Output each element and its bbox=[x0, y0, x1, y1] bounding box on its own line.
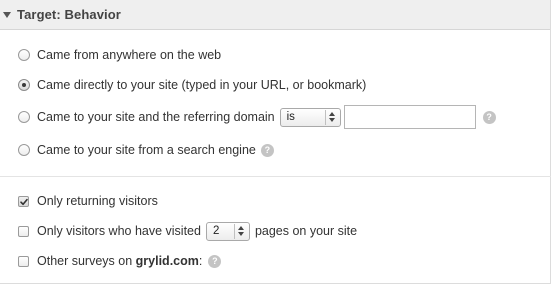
radio-direct[interactable] bbox=[18, 79, 30, 91]
divider bbox=[0, 176, 551, 177]
radio-row-direct[interactable]: Came directly to your site (typed in you… bbox=[18, 75, 366, 95]
checkbox-label-other-surveys: Other surveys on grylid.com: bbox=[37, 254, 203, 268]
disclosure-triangle-icon[interactable] bbox=[3, 12, 11, 18]
checkbox-row-pages[interactable]: Only visitors who have visited 2 pages o… bbox=[18, 220, 357, 242]
help-icon-referring[interactable]: ? bbox=[482, 110, 496, 124]
checkbox-pages-visited[interactable] bbox=[18, 225, 29, 237]
checkbox-label-pages-after: pages on your site bbox=[254, 224, 358, 238]
referring-domain-input[interactable] bbox=[343, 105, 476, 129]
radio-search-engine[interactable] bbox=[18, 144, 30, 156]
checkbox-returning[interactable] bbox=[18, 195, 29, 207]
survey-domain: grylid.com bbox=[135, 254, 199, 268]
pages-count-value: 2 bbox=[212, 225, 220, 237]
radio-row-anywhere[interactable]: Came from anywhere on the web bbox=[18, 45, 221, 65]
radio-referring[interactable] bbox=[18, 111, 30, 123]
checkbox-label-returning: Only returning visitors bbox=[37, 194, 158, 208]
checkbox-row-other-surveys[interactable]: Other surveys on grylid.com: ? bbox=[18, 251, 222, 271]
help-icon-other-surveys[interactable]: ? bbox=[208, 254, 222, 268]
radio-label-search: Came to your site from a search engine bbox=[37, 143, 256, 157]
select-stepper-icon bbox=[233, 223, 248, 239]
section-title: Target: Behavior bbox=[17, 7, 121, 22]
section-header[interactable]: Target: Behavior bbox=[0, 0, 550, 30]
radio-row-referring[interactable]: Came to your site and the referring doma… bbox=[18, 105, 496, 129]
referring-operator-value: is bbox=[286, 111, 295, 123]
radio-label-anywhere: Came from anywhere on the web bbox=[37, 48, 222, 62]
checkbox-row-returning[interactable]: Only returning visitors bbox=[18, 191, 158, 211]
referring-operator-select[interactable]: is bbox=[279, 107, 341, 127]
radio-label-direct: Came directly to your site (typed in you… bbox=[37, 78, 367, 92]
checkmark-icon bbox=[20, 198, 28, 205]
radio-label-referring: Came to your site and the referring doma… bbox=[37, 110, 275, 124]
radio-anywhere[interactable] bbox=[18, 49, 30, 61]
radio-row-search[interactable]: Came to your site from a search engine ? bbox=[18, 140, 274, 160]
pages-count-select[interactable]: 2 bbox=[205, 221, 250, 241]
help-icon-search[interactable]: ? bbox=[260, 143, 274, 157]
checkbox-other-surveys[interactable] bbox=[18, 255, 29, 267]
checkbox-label-pages-before: Only visitors who have visited bbox=[37, 224, 201, 238]
select-stepper-icon bbox=[324, 109, 339, 125]
target-behavior-panel: Target: Behavior Came from anywhere on t… bbox=[0, 0, 551, 284]
